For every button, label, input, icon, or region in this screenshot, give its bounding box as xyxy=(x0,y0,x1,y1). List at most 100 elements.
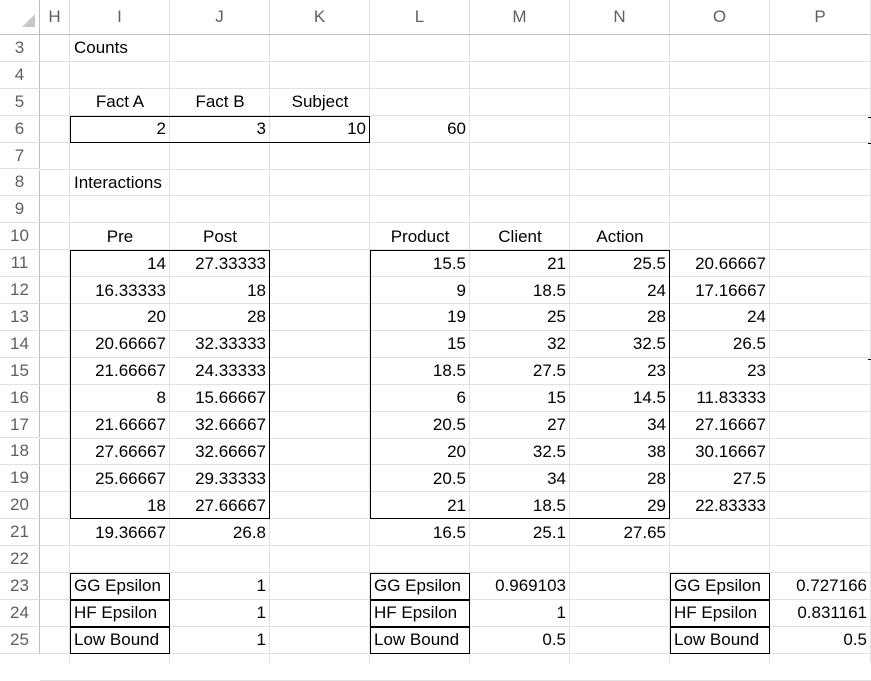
cell-m25[interactable]: 0.5 xyxy=(470,627,570,654)
cell-i6[interactable]: 2 xyxy=(70,116,170,143)
cell-l24[interactable]: HF Epsilon xyxy=(370,600,470,627)
cell-l20[interactable]: 21 xyxy=(370,492,470,519)
cell-j5[interactable]: Fact B xyxy=(170,89,270,116)
cell-i10[interactable]: Pre xyxy=(70,223,170,250)
cell-j20[interactable]: 27.66667 xyxy=(170,492,270,519)
cell-i11[interactable]: 14 xyxy=(70,250,170,277)
cell-i21[interactable]: 19.36667 xyxy=(70,519,170,546)
cell-l21[interactable]: 16.5 xyxy=(370,519,470,546)
column-header-p[interactable]: P xyxy=(770,0,871,35)
cell-n16[interactable]: 14.5 xyxy=(570,385,670,412)
cell-j16[interactable]: 15.66667 xyxy=(170,385,270,412)
cell-m14[interactable]: 32 xyxy=(470,331,570,358)
cell-j15[interactable]: 24.33333 xyxy=(170,358,270,385)
cell-j12[interactable]: 18 xyxy=(170,277,270,304)
cell-i8[interactable]: Interactions xyxy=(70,170,170,197)
column-header-o[interactable]: O xyxy=(670,0,770,35)
cell-n21[interactable]: 27.65 xyxy=(570,519,670,546)
cell-m23[interactable]: 0.969103 xyxy=(470,573,570,600)
cell-n18[interactable]: 38 xyxy=(570,439,670,466)
cell-n20[interactable]: 29 xyxy=(570,492,670,519)
cell-m24[interactable]: 1 xyxy=(470,600,570,627)
cell-i24[interactable]: HF Epsilon xyxy=(70,600,170,627)
column-header-i[interactable]: I xyxy=(70,0,170,35)
row-header-10[interactable]: 10 xyxy=(0,223,40,251)
cell-l12[interactable]: 9 xyxy=(370,277,470,304)
cell-n10[interactable]: Action xyxy=(570,223,670,250)
cell-n11[interactable]: 25.5 xyxy=(570,250,670,277)
cell-l14[interactable]: 15 xyxy=(370,331,470,358)
cell-i14[interactable]: 20.66667 xyxy=(70,331,170,358)
cell-j21[interactable]: 26.8 xyxy=(170,519,270,546)
row-header-23[interactable]: 23 xyxy=(0,573,40,600)
row-header-5[interactable]: 5 xyxy=(0,88,40,116)
cell-m16[interactable]: 15 xyxy=(470,385,570,412)
cell-m17[interactable]: 27 xyxy=(470,412,570,439)
cell-o12[interactable]: 17.16667 xyxy=(670,277,770,304)
cell-o16[interactable]: 11.83333 xyxy=(670,385,770,412)
cell-n12[interactable]: 24 xyxy=(570,277,670,304)
cell-n14[interactable]: 32.5 xyxy=(570,331,670,358)
cell-p23[interactable]: 0.727166 xyxy=(770,573,871,600)
row-header-22[interactable]: 22 xyxy=(0,546,40,573)
cell-n17[interactable]: 34 xyxy=(570,412,670,439)
cell-i18[interactable]: 27.66667 xyxy=(70,439,170,466)
row-header-25[interactable]: 25 xyxy=(0,626,40,654)
cell-o23[interactable]: GG Epsilon xyxy=(670,573,770,600)
cell-p25[interactable]: 0.5 xyxy=(770,627,871,654)
cell-j11[interactable]: 27.33333 xyxy=(170,250,270,277)
cell-j19[interactable]: 29.33333 xyxy=(170,465,270,492)
cell-l10[interactable]: Product xyxy=(370,223,470,250)
cell-m13[interactable]: 25 xyxy=(470,304,570,331)
cell-k5[interactable]: Subject xyxy=(270,89,370,116)
column-header-j[interactable]: J xyxy=(170,0,270,35)
cell-o17[interactable]: 27.16667 xyxy=(670,412,770,439)
cell-m11[interactable]: 21 xyxy=(470,250,570,277)
cell-l16[interactable]: 6 xyxy=(370,385,470,412)
cell-i15[interactable]: 21.66667 xyxy=(70,358,170,385)
cell-i3[interactable]: Counts xyxy=(70,35,170,62)
cell-o13[interactable]: 24 xyxy=(670,304,770,331)
column-header-h[interactable]: H xyxy=(40,0,70,35)
cell-i13[interactable]: 20 xyxy=(70,304,170,331)
row-header-15[interactable]: 15 xyxy=(0,357,40,385)
cell-o20[interactable]: 22.83333 xyxy=(670,492,770,519)
cell-p24[interactable]: 0.831161 xyxy=(770,600,871,627)
cell-o25[interactable]: Low Bound xyxy=(670,627,770,654)
column-header-k[interactable]: K xyxy=(270,0,370,35)
row-header-3[interactable]: 3 xyxy=(0,35,40,62)
select-all-corner[interactable] xyxy=(0,0,40,35)
cell-j14[interactable]: 32.33333 xyxy=(170,331,270,358)
cell-o19[interactable]: 27.5 xyxy=(670,465,770,492)
cell-l11[interactable]: 15.5 xyxy=(370,250,470,277)
cell-n15[interactable]: 23 xyxy=(570,358,670,385)
cell-m18[interactable]: 32.5 xyxy=(470,439,570,466)
cell-l17[interactable]: 20.5 xyxy=(370,412,470,439)
cell-i5[interactable]: Fact A xyxy=(70,89,170,116)
cell-l25[interactable]: Low Bound xyxy=(370,627,470,654)
row-header-18[interactable]: 18 xyxy=(0,438,40,466)
cell-i25[interactable]: Low Bound xyxy=(70,627,170,654)
cell-j18[interactable]: 32.66667 xyxy=(170,439,270,466)
cell-k6[interactable]: 10 xyxy=(270,116,370,143)
row-header-13[interactable]: 13 xyxy=(0,304,40,331)
cell-i12[interactable]: 16.33333 xyxy=(70,277,170,304)
cell-j17[interactable]: 32.66667 xyxy=(170,412,270,439)
cell-n13[interactable]: 28 xyxy=(570,304,670,331)
column-header-l[interactable]: L xyxy=(370,0,470,35)
cell-o18[interactable]: 30.16667 xyxy=(670,439,770,466)
cell-i16[interactable]: 8 xyxy=(70,385,170,412)
cell-m20[interactable]: 18.5 xyxy=(470,492,570,519)
row-header-24[interactable]: 24 xyxy=(0,599,40,627)
row-header-14[interactable]: 14 xyxy=(0,330,40,358)
row-header-9[interactable]: 9 xyxy=(0,196,40,224)
column-header-n[interactable]: N xyxy=(570,0,670,35)
row-header-8[interactable]: 8 xyxy=(0,169,40,197)
cell-j10[interactable]: Post xyxy=(170,223,270,250)
cell-i17[interactable]: 21.66667 xyxy=(70,412,170,439)
cell-l23[interactable]: GG Epsilon xyxy=(370,573,470,600)
row-header-17[interactable]: 17 xyxy=(0,411,40,439)
row-header-4[interactable]: 4 xyxy=(0,61,40,89)
cell-l18[interactable]: 20 xyxy=(370,439,470,466)
cell-o15[interactable]: 23 xyxy=(670,358,770,385)
